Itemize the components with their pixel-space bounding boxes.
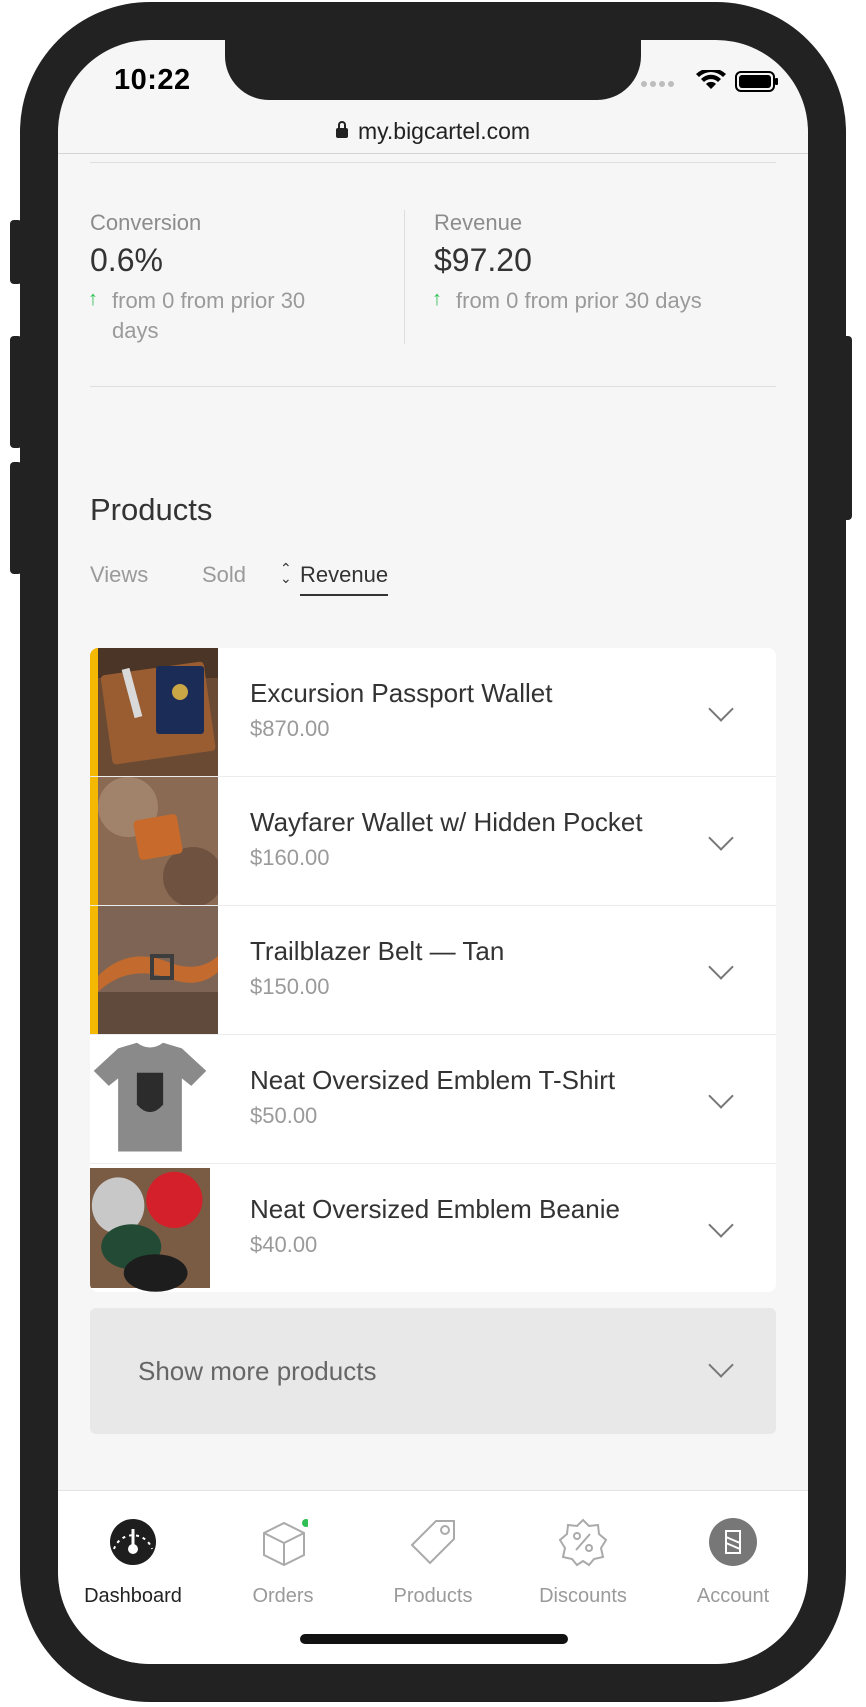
browser-url-bar[interactable]: my.bigcartel.com [58, 118, 808, 145]
product-list: Excursion Passport Wallet $870.00 Wayfar… [90, 648, 776, 1292]
notification-dot [302, 1519, 308, 1527]
product-thumbnail-trailblazer-belt [98, 906, 218, 1034]
stat-trend: from 0 from prior 30 days [456, 288, 702, 313]
product-row[interactable]: Trailblazer Belt — Tan $150.00 [90, 906, 776, 1035]
status-icons [641, 70, 778, 92]
tab-label: Products [393, 1585, 473, 1607]
stat-trend: from 0 from prior 30 days [112, 288, 306, 343]
tab-label: Orders [252, 1585, 314, 1607]
product-price: $50.00 [250, 1103, 318, 1128]
tab-orders[interactable]: Orders [208, 1491, 358, 1611]
percent-badge-icon [558, 1518, 608, 1567]
tab-label: Dashboard [84, 1585, 182, 1607]
highlight-stripe [90, 906, 98, 1034]
tab-views[interactable]: Views [90, 562, 148, 588]
chevron-down-icon[interactable] [708, 825, 734, 851]
product-thumbnail-passport-wallet [98, 648, 218, 776]
tab-discounts[interactable]: Discounts [508, 1491, 658, 1611]
product-name: Wayfarer Wallet w/ Hidden Pocket [250, 807, 643, 837]
stat-divider [404, 210, 405, 344]
header-divider [58, 153, 808, 154]
product-name: Neat Oversized Emblem T-Shirt [250, 1065, 616, 1095]
tab-dashboard[interactable]: Dashboard [58, 1491, 208, 1611]
stat-label: Revenue [434, 210, 523, 235]
tab-label: Discounts [539, 1585, 627, 1607]
account-avatar-icon [709, 1518, 757, 1566]
home-indicator[interactable] [300, 1634, 568, 1644]
product-name: Neat Oversized Emblem Beanie [250, 1194, 620, 1224]
chevron-down-icon[interactable] [708, 954, 734, 980]
tag-icon [410, 1520, 455, 1565]
tab-account[interactable]: Account [658, 1491, 808, 1611]
lock-icon [335, 121, 348, 138]
url-text: my.bigcartel.com [357, 118, 531, 144]
stat-label: Conversion [90, 210, 202, 235]
tab-revenue[interactable]: Revenue [300, 562, 389, 596]
highlight-stripe [90, 777, 98, 905]
product-thumbnail-tshirt [90, 1039, 210, 1159]
cellular-signal-icon [641, 81, 674, 87]
product-price: $40.00 [250, 1232, 318, 1257]
chevron-down-icon[interactable] [708, 1212, 734, 1238]
products-title: Products [90, 492, 213, 527]
show-more-label: Show more products [138, 1356, 377, 1386]
wifi-icon [696, 70, 726, 89]
volume-up-button [10, 336, 22, 448]
trend-up-arrow-icon: ↑ [432, 288, 442, 310]
section-divider [90, 386, 776, 387]
status-time: 10:22 [114, 64, 191, 96]
stat-value: $97.20 [434, 242, 532, 278]
stat-value: 0.6% [90, 242, 163, 278]
product-row[interactable]: Neat Oversized Emblem T-Shirt $50.00 [90, 1035, 776, 1164]
sort-icon-down: ⌄ [280, 570, 292, 586]
product-name: Trailblazer Belt — Tan [250, 936, 505, 966]
product-row[interactable]: Neat Oversized Emblem Beanie $40.00 [90, 1164, 776, 1292]
gauge-icon [110, 1519, 156, 1565]
tab-label: Account [696, 1585, 770, 1607]
notch [225, 40, 641, 100]
chevron-down-icon[interactable] [708, 696, 734, 722]
box-icon [263, 1519, 308, 1567]
tab-products[interactable]: Products [358, 1491, 508, 1611]
product-price: $150.00 [250, 974, 330, 999]
mute-switch [10, 220, 22, 284]
chevron-down-icon[interactable] [708, 1083, 734, 1109]
product-price: $870.00 [250, 716, 330, 741]
chevron-down-icon [708, 1352, 734, 1378]
screen: 10:22 my.bigcartel.com Conversion 0.6% ↑… [58, 40, 808, 1664]
product-row[interactable]: Wayfarer Wallet w/ Hidden Pocket $160.00 [90, 777, 776, 906]
product-thumbnail-beanie [90, 1168, 210, 1292]
tab-sold[interactable]: Sold [202, 562, 246, 588]
trend-up-arrow-icon: ↑ [88, 288, 98, 310]
battery-icon [735, 71, 778, 92]
product-price: $160.00 [250, 845, 330, 870]
product-name: Excursion Passport Wallet [250, 678, 553, 708]
highlight-stripe [90, 648, 98, 776]
section-divider [90, 162, 776, 163]
power-button [840, 336, 852, 520]
product-thumbnail-wayfarer-wallet [98, 777, 218, 905]
volume-down-button [10, 462, 22, 574]
product-row[interactable]: Excursion Passport Wallet $870.00 [90, 648, 776, 777]
show-more-products-button[interactable]: Show more products [90, 1308, 776, 1434]
